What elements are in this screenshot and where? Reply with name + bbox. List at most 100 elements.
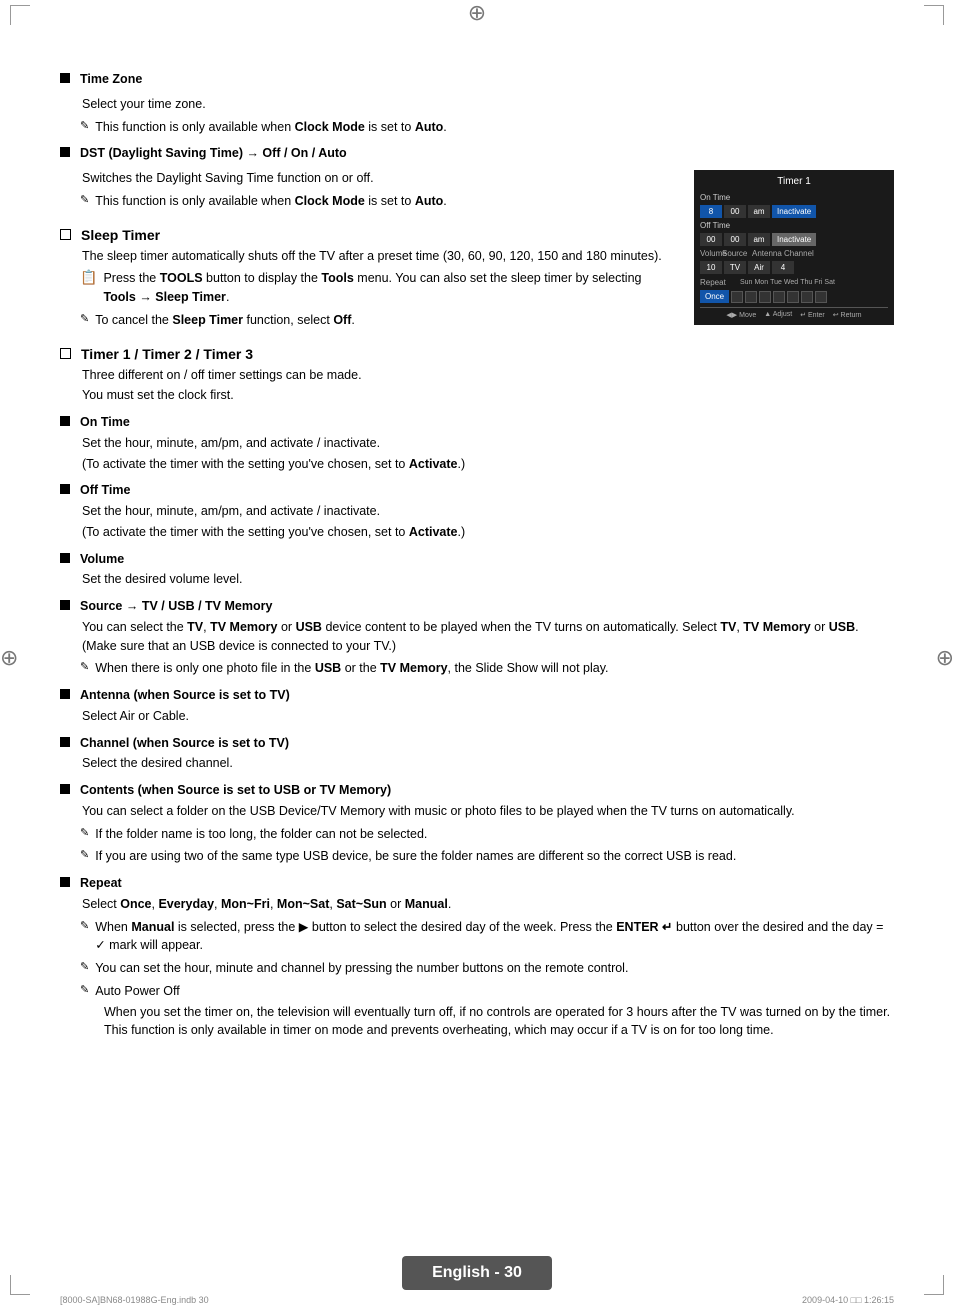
channel-content: Select the desired channel. <box>60 754 894 773</box>
sub-section-antenna: Antenna (when Source is set to TV) Selec… <box>60 686 894 726</box>
sleep-timer-note-2-text: To cancel the Sleep Timer function, sele… <box>95 311 355 330</box>
dst-note: ✎ This function is only available when C… <box>60 192 674 211</box>
timer-off-minute: 00 <box>724 233 746 246</box>
repeat-note-1-text: When Manual is selected, press the ▶ but… <box>95 918 894 956</box>
page-footer: English - 30 <box>0 1256 954 1290</box>
pencil-icon-2: ✎ <box>80 193 89 206</box>
day-box-sun <box>731 291 743 303</box>
timer-content-1: Three different on / off timer settings … <box>60 366 894 385</box>
off-time-content-2: (To activate the timer with the setting … <box>60 523 894 542</box>
sleep-timer-note-2: ✎ To cancel the Sleep Timer function, se… <box>60 311 674 330</box>
bullet-icon-repeat <box>60 877 70 887</box>
day-mon-label: Mon <box>754 279 768 286</box>
pencil-icon-3: ✎ <box>80 312 89 325</box>
pencil-icon-4: ✎ <box>80 660 89 673</box>
repeat-note-2: ✎ You can set the hour, minute and chann… <box>60 959 894 978</box>
timer-source-val: TV <box>724 261 746 274</box>
on-time-content-2: (To activate the timer with the setting … <box>60 455 894 474</box>
timer-vol-values: 10 TV Air 4 <box>700 261 888 274</box>
antenna-title: Antenna (when Source is set to TV) <box>80 686 290 705</box>
volume-content: Set the desired volume level. <box>60 570 894 589</box>
channel-header: Channel (when Source is set to TV) <box>60 734 894 753</box>
timer-header: Timer 1 / Timer 2 / Timer 3 <box>60 346 894 362</box>
day-box-fri <box>801 291 813 303</box>
contents-note-2: ✎ If you are using two of the same type … <box>60 847 894 866</box>
bottom-left-text: [8000-SA]BN68-01988G-Eng.indb 30 <box>60 1295 209 1305</box>
contents-note-2-text: If you are using two of the same type US… <box>95 847 736 866</box>
timer-repeat-values: Once <box>700 290 888 303</box>
timer-repeat-label: Repeat <box>700 278 740 287</box>
timer-widget-footer: ◀▶ Move ▲ Adjust ↵ Enter ↩ Return <box>700 307 888 319</box>
timer-on-hour: 8 <box>700 205 722 218</box>
crosshair-right-icon: ⊕ <box>936 645 954 671</box>
bullet-icon-antenna <box>60 689 70 699</box>
bullet-icon-contents <box>60 784 70 794</box>
sub-section-off-time: Off Time Set the hour, minute, am/pm, an… <box>60 481 894 541</box>
day-thu-label: Thu <box>800 279 812 286</box>
pencil-icon-6: ✎ <box>80 848 89 861</box>
repeat-header: Repeat <box>60 874 894 893</box>
sub-section-source: Source → TV / USB / TV Memory You can se… <box>60 597 894 678</box>
timer-off-ampm: am <box>748 233 770 246</box>
timer-off-hour: 00 <box>700 233 722 246</box>
dst-note-text: This function is only available when Clo… <box>95 192 447 211</box>
sleep-timer-note-1: 📋 Press the TOOLS button to display the … <box>60 269 674 307</box>
contents-note-1: ✎ If the folder name is too long, the fo… <box>60 825 894 844</box>
corner-mark-tl <box>10 5 30 25</box>
sub-section-contents: Contents (when Source is set to USB or T… <box>60 781 894 866</box>
timer-off-status: Inactivate <box>772 233 816 246</box>
timer-on-minute: 00 <box>724 205 746 218</box>
day-sun-label: Sun <box>740 279 752 286</box>
sub-section-channel: Channel (when Source is set to TV) Selec… <box>60 734 894 774</box>
auto-power-off-content: When you set the timer on, the televisio… <box>60 1003 894 1041</box>
timer-day-boxes <box>731 291 827 303</box>
crosshair-left-icon: ⊕ <box>0 645 18 671</box>
timer-volume-label: Volume <box>700 249 722 258</box>
off-time-title: Off Time <box>80 481 130 500</box>
channel-title: Channel (when Source is set to TV) <box>80 734 289 753</box>
section-time-zone: Time Zone Select your time zone. ✎ This … <box>60 70 894 136</box>
repeat-note-2-text: You can set the hour, minute and channel… <box>95 959 628 978</box>
day-wed-label: Wed <box>784 279 798 286</box>
contents-note-1-text: If the folder name is too long, the fold… <box>95 825 427 844</box>
timer-off-time-values: 00 00 am Inactivate <box>700 233 888 246</box>
pencil-icon-1: ✎ <box>80 119 89 132</box>
day-box-wed <box>773 291 785 303</box>
day-sat-label: Sat <box>824 279 835 286</box>
time-zone-title: Time Zone <box>80 70 142 89</box>
antenna-header: Antenna (when Source is set to TV) <box>60 686 894 705</box>
bullet-icon-source <box>60 600 70 610</box>
sleep-timer-title: Sleep Timer <box>81 227 160 243</box>
speaker-icon: 📋 <box>80 269 97 286</box>
timer-footer-adjust: ▲ Adjust <box>764 311 792 319</box>
day-fri-label: Fri <box>814 279 822 286</box>
dst-title: DST (Daylight Saving Time) → Off / On / … <box>80 144 347 163</box>
timer-on-ampm: am <box>748 205 770 218</box>
volume-header: Volume <box>60 550 894 569</box>
repeat-content: Select Once, Everyday, Mon~Fri, Mon~Sat,… <box>60 895 894 914</box>
dst-header: DST (Daylight Saving Time) → Off / On / … <box>60 144 674 163</box>
day-box-mon <box>745 291 757 303</box>
bullet-icon-volume <box>60 553 70 563</box>
page: ⊕ ⊕ ⊕ Timer 1 On Time 8 00 am Inactivate… <box>0 0 954 1315</box>
timer-title: Timer 1 / Timer 2 / Timer 3 <box>81 346 253 362</box>
timer-footer-return: ↩ Return <box>833 311 862 319</box>
bottom-right-text: 2009-04-10 □□ 1:26:15 <box>802 1295 894 1305</box>
timer-content-2: You must set the clock first. <box>60 386 894 405</box>
repeat-auto-power-label: Auto Power Off <box>95 982 180 1001</box>
source-content: You can select the TV, TV Memory or USB … <box>60 618 894 656</box>
timer-source-label: Source <box>722 249 752 258</box>
pencil-icon-5: ✎ <box>80 826 89 839</box>
checkbox-icon-sleep <box>60 229 71 240</box>
off-time-content-1: Set the hour, minute, am/pm, and activat… <box>60 502 894 521</box>
crosshair-top-icon: ⊕ <box>468 0 486 26</box>
timer-off-time-row: Off Time <box>700 221 888 230</box>
repeat-note-1: ✎ When Manual is selected, press the ▶ b… <box>60 918 894 956</box>
sub-section-on-time: On Time Set the hour, minute, am/pm, and… <box>60 413 894 473</box>
corner-mark-tr <box>924 5 944 25</box>
timer-on-time-label: On Time <box>700 193 740 202</box>
sub-section-repeat: Repeat Select Once, Everyday, Mon~Fri, M… <box>60 874 894 1040</box>
timer-vol-val: 10 <box>700 261 722 274</box>
day-box-tue <box>759 291 771 303</box>
bullet-icon-off-time <box>60 484 70 494</box>
